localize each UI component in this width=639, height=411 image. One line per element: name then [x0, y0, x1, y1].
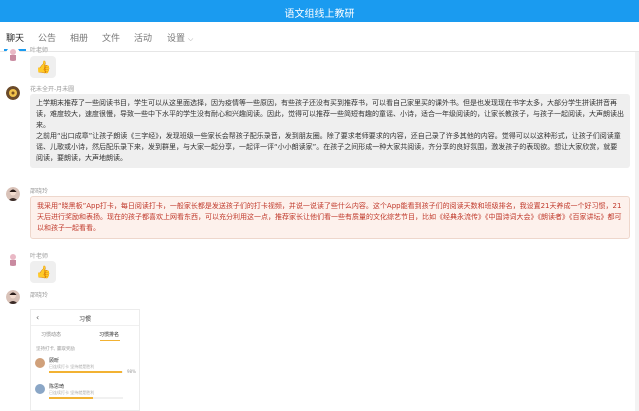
message-bubble[interactable]: 我采用“晓黑板”App打卡，每日阅读打卡，一般家长都是发送孩子们的打卡视频，并说… — [30, 196, 630, 239]
tab-bar: 聊天 公告 相册 文件 活动 设置 ⌵ — [0, 22, 639, 52]
sender-name: 叶老师 — [30, 47, 49, 54]
item-sub: 已连续打卡 坚持就是胜利 — [49, 390, 95, 395]
phone-tip: 坚持打卡, 赢取奖励 — [36, 347, 75, 352]
list-item: 陈思琦 已连续打卡 坚持就是胜利 — [31, 380, 139, 402]
phone-title: 习惯 — [78, 316, 91, 323]
progress-fill — [49, 397, 94, 399]
progress-bar — [49, 371, 123, 373]
thumbs-up-icon: 👍 — [36, 265, 51, 279]
message-bubble[interactable]: 👍 — [30, 261, 56, 283]
avatar — [35, 384, 45, 394]
phone-tab-indicator — [100, 340, 120, 341]
phone-tabs: 习惯动态 习惯排名 — [31, 328, 139, 342]
sender-name: 邵晓玲 — [30, 292, 49, 299]
tab-chat[interactable]: 聊天 — [6, 31, 24, 44]
phone-tab: 习惯动态 — [41, 332, 62, 338]
phone-header: ‹ 习惯 — [31, 310, 139, 326]
progress-fill — [49, 371, 122, 373]
message-bubble[interactable]: 上学期末推荐了一些阅读书目，学生可以从这里面选择，因为疫情等一些原因，有些孩子还… — [30, 94, 630, 168]
sender-name: 叶老师 — [30, 253, 49, 260]
message-text: 上学期末推荐了一些阅读书目，学生可以从这里面选择，因为疫情等一些原因，有些孩子还… — [36, 99, 624, 129]
avatar[interactable] — [6, 290, 20, 304]
message-bubble[interactable]: 👍 — [30, 56, 56, 78]
item-name: 顾昕 — [49, 358, 60, 364]
message-text: 之前用“出口成章”让孩子朗读《三字经》，发现班级一些家长会帮孩子配乐录音，发到朋… — [36, 132, 621, 162]
image-message[interactable]: ‹ 习惯 习惯动态 习惯排名 坚持打卡, 赢取奖励 顾昕 已连续打卡 坚持就是胜… — [30, 309, 140, 411]
progress-percent: 98% — [127, 369, 136, 374]
avatar[interactable] — [6, 47, 20, 61]
avatar[interactable] — [6, 187, 20, 201]
tab-announcement[interactable]: 公告 — [38, 31, 56, 44]
message-text: 我采用“晓黑板”App打卡，每日阅读打卡，一般家长都是发送孩子们的打卡视频，并说… — [37, 202, 622, 232]
tab-files[interactable]: 文件 — [102, 31, 120, 44]
chevron-down-icon: ⌵ — [188, 35, 194, 43]
list-item: 顾昕 已连续打卡 坚持就是胜利 98% — [31, 354, 139, 376]
sender-name: 花未全开-月未圆 — [30, 86, 75, 93]
thumbs-up-icon: 👍 — [36, 60, 51, 74]
item-sub: 已连续打卡 坚持就是胜利 — [49, 364, 95, 369]
item-name: 陈思琦 — [49, 384, 65, 390]
tab-activity[interactable]: 活动 — [134, 31, 152, 44]
tab-settings-label: 设置 — [167, 34, 186, 44]
avatar[interactable] — [6, 252, 20, 266]
avatar — [35, 358, 45, 368]
window-title: 语文组线上教研 — [284, 9, 355, 20]
phone-tab: 习惯排名 — [99, 332, 120, 338]
scrollbar[interactable] — [635, 52, 639, 411]
title-bar: 语文组线上教研 — [0, 0, 639, 22]
avatar[interactable] — [6, 86, 20, 100]
progress-bar — [49, 397, 123, 399]
tab-settings[interactable]: 设置 ⌵ — [167, 31, 193, 44]
tab-album[interactable]: 相册 — [70, 31, 88, 44]
sender-name: 邵晓玲 — [30, 188, 49, 195]
